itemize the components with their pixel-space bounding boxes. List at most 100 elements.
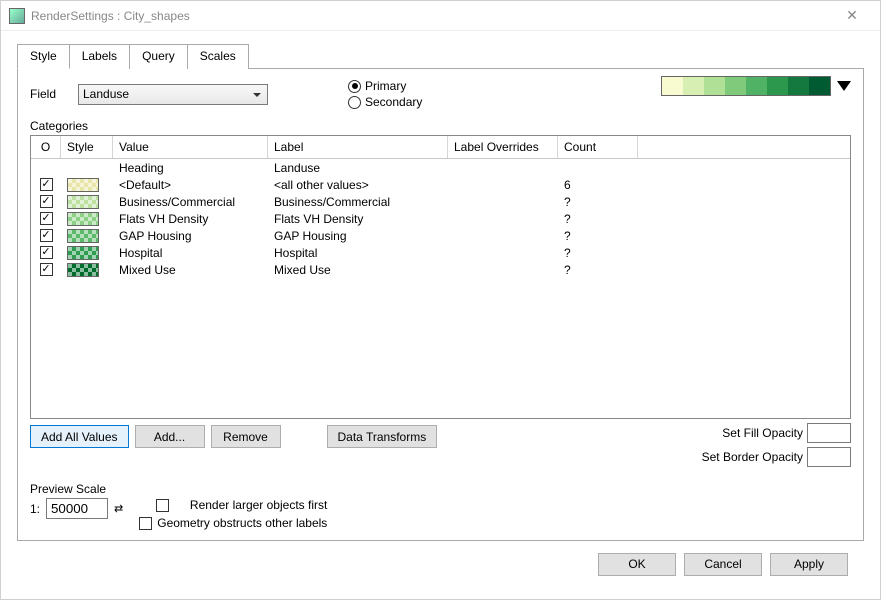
- geometry-obstructs-label: Geometry obstructs other labels: [157, 516, 327, 530]
- close-icon[interactable]: ✕: [832, 2, 872, 30]
- row-count: ?: [558, 263, 638, 277]
- apply-button[interactable]: Apply: [770, 553, 848, 576]
- row-count: 6: [558, 178, 638, 192]
- row-checkbox[interactable]: [40, 263, 53, 276]
- row-value: GAP Housing: [113, 229, 268, 243]
- row-checkbox[interactable]: [40, 195, 53, 208]
- titlebar: RenderSettings : City_shapes ✕: [1, 1, 880, 31]
- cancel-button[interactable]: Cancel: [684, 553, 762, 576]
- row-label: Mixed Use: [268, 263, 448, 277]
- add-all-values-button[interactable]: Add All Values: [30, 425, 129, 448]
- header-label[interactable]: Label: [268, 136, 448, 158]
- field-value: Landuse: [83, 87, 129, 101]
- row-label: <all other values>: [268, 178, 448, 192]
- scale-link-icon[interactable]: ⇄: [114, 502, 121, 515]
- content: Style Labels Query Scales Field Landuse …: [1, 31, 880, 599]
- categories-grid: O Style Value Label Label Overrides Coun…: [30, 135, 851, 419]
- row-value: Hospital: [113, 246, 268, 260]
- row-checkbox[interactable]: [40, 246, 53, 259]
- row-swatch[interactable]: [67, 263, 99, 277]
- row-label: Business/Commercial: [268, 195, 448, 209]
- table-row[interactable]: <Default><all other values>6: [31, 176, 850, 193]
- row-swatch[interactable]: [67, 195, 99, 209]
- table-row[interactable]: Business/CommercialBusiness/Commercial?: [31, 193, 850, 210]
- tab-strip: Style Labels Query Scales: [17, 43, 864, 69]
- ok-button[interactable]: OK: [598, 553, 676, 576]
- tab-query[interactable]: Query: [130, 44, 188, 69]
- remove-button[interactable]: Remove: [211, 425, 281, 448]
- row-value: Business/Commercial: [113, 195, 268, 209]
- border-opacity-label: Set Border Opacity: [702, 450, 803, 464]
- fill-opacity-input[interactable]: [807, 423, 851, 443]
- table-row[interactable]: GAP HousingGAP Housing?: [31, 227, 850, 244]
- radio-primary-label: Primary: [365, 79, 406, 93]
- field-select[interactable]: Landuse: [78, 84, 268, 105]
- heading-value: Heading: [113, 161, 268, 175]
- header-count[interactable]: Count: [558, 136, 638, 158]
- geometry-obstructs-checkbox[interactable]: [139, 517, 152, 530]
- ramp-swatch: [746, 77, 767, 95]
- window-title: RenderSettings : City_shapes: [31, 9, 832, 23]
- ramp-swatch: [788, 77, 809, 95]
- border-opacity-row: Set Border Opacity: [702, 447, 851, 467]
- style-panel: Field Landuse Primary Secondary: [17, 69, 864, 541]
- render-larger-checkbox[interactable]: [156, 499, 169, 512]
- heading-label: Landuse: [268, 161, 448, 175]
- field-label: Field: [30, 87, 70, 101]
- preview-scale-input[interactable]: [46, 498, 108, 519]
- header-style[interactable]: Style: [61, 136, 113, 158]
- row-label: GAP Housing: [268, 229, 448, 243]
- row-swatch[interactable]: [67, 212, 99, 226]
- footer: OK Cancel Apply: [17, 541, 864, 587]
- grid-body: Heading Landuse <Default><all other valu…: [31, 159, 850, 418]
- color-ramp[interactable]: [661, 76, 831, 96]
- header-overrides[interactable]: Label Overrides: [448, 136, 558, 158]
- add-button[interactable]: Add...: [135, 425, 205, 448]
- render-options-block: Render larger objects first Geometry obs…: [139, 498, 327, 530]
- row-label: Hospital: [268, 246, 448, 260]
- ramp-swatch: [704, 77, 725, 95]
- radio-primary[interactable]: Primary: [348, 79, 422, 93]
- row-checkbox[interactable]: [40, 212, 53, 225]
- table-row[interactable]: HospitalHospital?: [31, 244, 850, 261]
- geometry-obstructs-check[interactable]: Geometry obstructs other labels: [139, 516, 327, 530]
- render-larger-check[interactable]: Render larger objects first: [139, 498, 327, 512]
- row-swatch[interactable]: [67, 246, 99, 260]
- radio-primary-circle: [348, 80, 361, 93]
- app-icon: [9, 8, 25, 24]
- radio-secondary-label: Secondary: [365, 95, 422, 109]
- radio-secondary-circle: [348, 96, 361, 109]
- button-row: Add All Values Add... Remove Data Transf…: [30, 425, 851, 448]
- row-swatch[interactable]: [67, 229, 99, 243]
- border-opacity-input[interactable]: [807, 447, 851, 467]
- row-value: Mixed Use: [113, 263, 268, 277]
- grid-header: O Style Value Label Label Overrides Coun…: [31, 136, 850, 159]
- opacity-block: Set Fill Opacity Set Border Opacity: [702, 423, 851, 467]
- row-swatch[interactable]: [67, 178, 99, 192]
- row-checkbox[interactable]: [40, 178, 53, 191]
- radio-secondary[interactable]: Secondary: [348, 95, 422, 109]
- row-count: ?: [558, 229, 638, 243]
- fill-opacity-row: Set Fill Opacity: [702, 423, 851, 443]
- tab-labels[interactable]: Labels: [70, 44, 130, 69]
- tab-style[interactable]: Style: [17, 44, 70, 69]
- render-larger-label: Render larger objects first: [190, 498, 327, 512]
- ramp-swatch: [725, 77, 746, 95]
- categories-label: Categories: [30, 119, 851, 133]
- table-row[interactable]: Mixed UseMixed Use?: [31, 261, 850, 278]
- row-count: ?: [558, 195, 638, 209]
- fill-opacity-label: Set Fill Opacity: [722, 426, 803, 440]
- data-transforms-button[interactable]: Data Transforms: [327, 425, 438, 448]
- heading-row: Heading Landuse: [31, 159, 850, 176]
- color-ramp-wrap: [661, 76, 851, 96]
- row-value: Flats VH Density: [113, 212, 268, 226]
- table-row[interactable]: Flats VH DensityFlats VH Density?: [31, 210, 850, 227]
- header-value[interactable]: Value: [113, 136, 268, 158]
- header-o[interactable]: O: [31, 136, 61, 158]
- row-checkbox[interactable]: [40, 229, 53, 242]
- top-row: Field Landuse Primary Secondary: [30, 79, 851, 109]
- scale-prefix: 1:: [30, 502, 40, 516]
- tab-scales[interactable]: Scales: [188, 44, 249, 69]
- ramp-dropdown-icon[interactable]: [837, 81, 851, 91]
- row-count: ?: [558, 246, 638, 260]
